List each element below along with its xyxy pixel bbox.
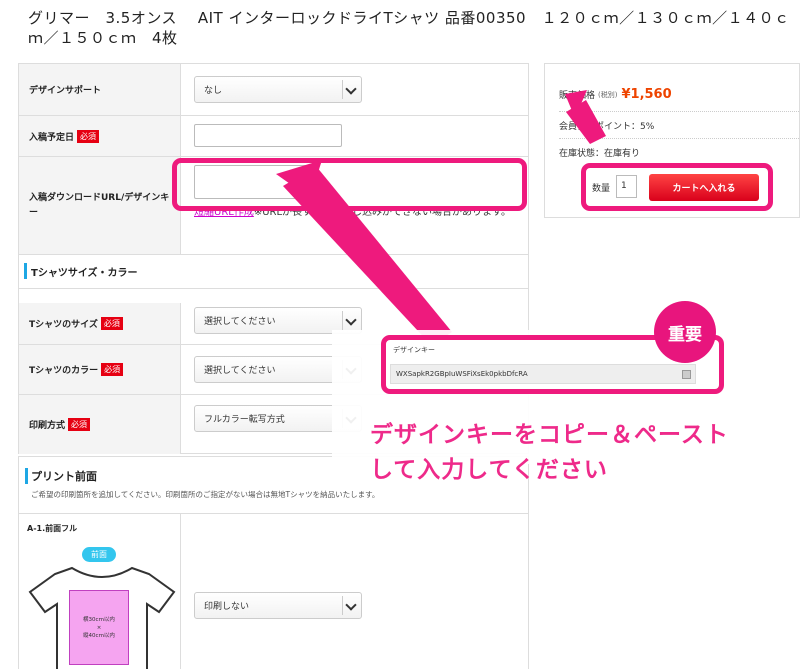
guide-text-line2: して入力してください (370, 457, 608, 483)
copy-icon[interactable] (682, 370, 691, 379)
design-key-field[interactable]: WXSapkR2GBpIuWSFiXsEk0pkbDfcRA (390, 364, 696, 384)
important-badge: 重要 (654, 301, 716, 363)
design-key-label: デザインキー (393, 346, 435, 354)
guide-text-line1: デザインキーをコピー＆ペースト (370, 422, 729, 448)
